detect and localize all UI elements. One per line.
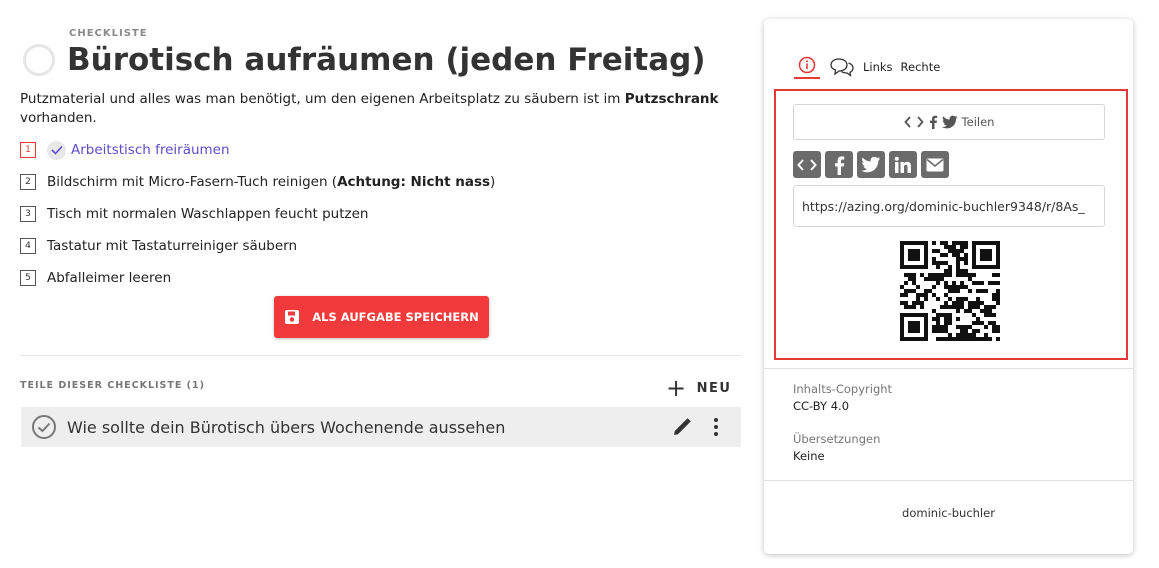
step-text-part: Bildschirm mit Micro-Fasern-Tuch reinige… xyxy=(47,174,338,190)
step-list: 1 Arbeitstisch freiräumen 2 Bildschirm m… xyxy=(20,134,720,294)
share-url-field[interactable] xyxy=(793,185,1105,227)
step-number: 2 xyxy=(20,174,36,190)
translations-value: Keine xyxy=(793,449,825,463)
save-as-task-button[interactable]: ALS AUFGABE SPEICHERN xyxy=(274,296,489,338)
divider xyxy=(764,368,1133,369)
step-item[interactable]: 1 Arbeitstisch freiräumen xyxy=(20,134,720,166)
embed-icon[interactable] xyxy=(793,151,821,178)
step-number: 4 xyxy=(20,238,36,254)
complete-toggle-circle[interactable] xyxy=(23,44,55,76)
code-icon xyxy=(903,116,924,128)
copyright-value: CC-BY 4.0 xyxy=(793,399,850,413)
step-item[interactable]: 4 Tastatur mit Tastaturreiniger säubern xyxy=(20,230,720,262)
step-item[interactable]: 2 Bildschirm mit Micro-Fasern-Tuch reini… xyxy=(20,166,720,198)
step-text-bold: Achtung: Nicht nass xyxy=(337,174,491,190)
step-number: 5 xyxy=(20,270,36,286)
twitter-icon[interactable] xyxy=(857,151,885,178)
info-panel: Links Rechte Teilen https://azing.org/do… xyxy=(764,19,1133,554)
comments-icon xyxy=(830,58,854,77)
description-text: Putzmaterial und alles was man benötigt,… xyxy=(20,91,625,107)
title-row: CHECKLISTE Bürotisch aufräumen (jeden Fr… xyxy=(20,20,742,82)
copyright-label: Inhalts-Copyright xyxy=(793,382,893,396)
step-text: Bildschirm mit Micro-Fasern-Tuch reinige… xyxy=(47,174,495,190)
share-button[interactable]: Teilen xyxy=(793,104,1105,140)
checklist-main: CHECKLISTE Bürotisch aufräumen (jeden Fr… xyxy=(20,20,742,447)
step-number: 3 xyxy=(20,206,36,222)
email-icon[interactable] xyxy=(921,151,949,178)
step-text: Abfalleimer leeren xyxy=(47,270,172,286)
new-part-label: NEU xyxy=(696,380,732,396)
qr-code xyxy=(900,241,1000,341)
check-icon[interactable] xyxy=(47,140,66,160)
more-vertical-icon[interactable] xyxy=(713,418,719,436)
floppy-disk-icon xyxy=(285,310,300,324)
description-bold: Putzschrank xyxy=(624,91,719,107)
part-title: Wie sollte dein Bürotisch übers Wochenen… xyxy=(67,417,506,437)
panel-tabs: Links Rechte xyxy=(794,55,948,83)
divider xyxy=(764,480,1133,481)
parts-heading: TEILE DIESER CHECKLISTE (1) xyxy=(20,380,205,391)
save-as-task-label: ALS AUFGABE SPEICHERN xyxy=(312,310,479,324)
plus-icon: + xyxy=(666,374,688,402)
pencil-icon[interactable] xyxy=(671,416,693,438)
page-title: Bürotisch aufräumen (jeden Freitag) xyxy=(67,42,706,78)
part-list-item[interactable]: Wie sollte dein Bürotisch übers Wochenen… xyxy=(21,407,741,447)
facebook-icon xyxy=(929,115,937,129)
facebook-icon[interactable] xyxy=(825,151,853,178)
step-item[interactable]: 5 Abfalleimer leeren xyxy=(20,262,720,294)
divider xyxy=(20,355,742,356)
check-circle-icon xyxy=(32,415,56,439)
share-icon-row xyxy=(793,151,953,178)
tab-links[interactable]: Links xyxy=(863,55,893,79)
share-button-label: Teilen xyxy=(961,115,995,129)
step-text: Arbeitstisch freiräumen xyxy=(71,142,230,158)
step-text: Tastatur mit Tastaturreiniger säubern xyxy=(47,238,298,254)
linkedin-icon[interactable] xyxy=(889,151,917,178)
step-number: 1 xyxy=(20,142,36,158)
twitter-icon xyxy=(941,115,958,129)
tab-comments[interactable] xyxy=(829,55,855,79)
checklist-description: Putzmaterial und alles was man benötigt,… xyxy=(20,90,720,128)
step-text-part: ) xyxy=(490,174,496,190)
share-section: Teilen xyxy=(774,89,1128,360)
new-part-button[interactable]: + NEU xyxy=(666,374,732,402)
checklist-kicker: CHECKLISTE xyxy=(69,28,148,39)
description-text-end: vorhanden. xyxy=(20,110,97,126)
step-item[interactable]: 3 Tisch mit normalen Waschlappen feucht … xyxy=(20,198,720,230)
info-icon xyxy=(798,56,816,74)
tab-info[interactable] xyxy=(794,55,820,79)
owner-name[interactable]: dominic-buchler xyxy=(764,506,1133,520)
translations-label: Übersetzungen xyxy=(793,432,881,446)
tab-rights[interactable]: Rechte xyxy=(901,55,941,79)
step-text: Tisch mit normalen Waschlappen feucht pu… xyxy=(47,206,369,222)
